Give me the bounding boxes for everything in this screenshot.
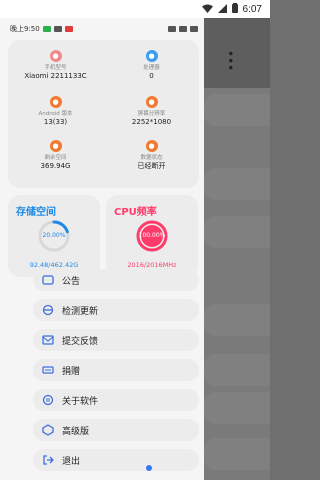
background-card: [204, 94, 270, 126]
menu-item-background: [33, 389, 199, 411]
menu-item-background: [33, 419, 199, 441]
phone-icon: ●: [49, 50, 62, 62]
device-info-item: ● 屏幕分辨率 2252*1080: [104, 96, 199, 127]
cpu-detail: 2016/2016MHz: [127, 261, 177, 269]
premium-icon: [42, 424, 54, 436]
device-info-card: ● 手机型号 Xiaomi 2211133C ● 处理器 0 ● Android 版本 13(3…: [8, 40, 199, 188]
drawer-status-bar: 晚上9:50: [0, 18, 204, 40]
exit-icon: [43, 455, 54, 465]
device-info-item: ● 数据状态 已经断开: [104, 140, 199, 171]
screen-icon: ●: [145, 96, 158, 108]
menu-item-label: 关于软件: [62, 397, 99, 407]
device-info-item: ● 处理器 0: [104, 50, 199, 81]
more-options-icon: •••: [223, 50, 237, 72]
background-card: [204, 304, 270, 336]
clock: 6:07: [242, 3, 262, 15]
menu-item-label: 捐赠: [62, 367, 81, 377]
home-icon: [53, 26, 62, 32]
battery-icon: [231, 3, 238, 15]
menu-item-3[interactable]: 捐赠: [8, 359, 199, 381]
menu-item-background: [33, 329, 199, 351]
menu-item-label: 检测更新: [62, 307, 99, 317]
storage-detail: 92.48/462.42G: [29, 261, 79, 269]
device-info-value: 已经断开: [137, 162, 166, 170]
notice-icon: [42, 275, 54, 285]
device-info-label: 手机型号: [44, 65, 67, 71]
menu-item-6[interactable]: 退出: [8, 449, 199, 471]
wifi-icon: [179, 26, 187, 32]
cpu-percent: 100.00%: [138, 232, 166, 239]
storage-title: 存储空间: [16, 207, 56, 218]
device-info-value: Xiaomi 2211133C: [24, 72, 87, 80]
device-info-label: 屏幕分辨率: [137, 111, 166, 117]
background-app: •••: [204, 18, 270, 480]
drawer-status-text: 晚上9:50: [10, 25, 40, 33]
menu-item-5[interactable]: 高级版: [8, 419, 199, 441]
system-status-bar: 6:07: [0, 0, 270, 18]
cpu-icon: ●: [145, 50, 158, 62]
menu-item-2[interactable]: 提交反馈: [8, 329, 199, 351]
device-info-label: 处理器: [143, 65, 160, 71]
menu-item-4[interactable]: 关于软件: [8, 389, 199, 411]
menu-item-1[interactable]: 检测更新: [8, 299, 199, 321]
menu-item-background: [33, 269, 199, 291]
home-indicator[interactable]: [146, 465, 152, 471]
menu-item-label: 公告: [62, 277, 81, 287]
device-info-label: Android 版本: [38, 111, 73, 117]
cpu-title: CPU频率: [114, 207, 157, 218]
background-card: [204, 438, 270, 470]
signal-icon: [217, 3, 227, 15]
background-app-header: [204, 18, 270, 88]
info-icon: [42, 394, 54, 406]
device-info-label: 数据状态: [140, 155, 163, 161]
menu-item-0[interactable]: 公告: [8, 269, 199, 291]
device-info-label: 剩余空间: [44, 155, 67, 161]
device-info-item: ● Android 版本 13(33): [8, 96, 103, 127]
device-info-item: ● 手机型号 Xiaomi 2211133C: [8, 50, 103, 81]
storage-icon: ●: [49, 140, 62, 152]
menu-item-label: 高级版: [62, 427, 90, 437]
navigation-drawer: 晚上9:50 ● 手机型号 Xiaomi 2211133C ● 处理器 0 ● Android…: [0, 18, 204, 480]
device-info-value: 2252*1080: [131, 118, 172, 126]
background-card: [204, 168, 270, 200]
device-info-item: ● 剩余空间 369.94G: [8, 140, 103, 171]
notification-icon: [42, 26, 51, 32]
storage-tile[interactable]: 存储空间 20.00% 92.48/462.42G: [8, 195, 100, 277]
data-icon: ●: [145, 140, 158, 152]
menu-item-background: [33, 359, 199, 381]
donate-icon: [42, 366, 54, 374]
update-icon: [42, 304, 54, 316]
menu-item-background: [33, 449, 199, 471]
menu-item-background: [33, 299, 199, 321]
device-info-value: 0: [149, 72, 154, 80]
device-info-value: 369.94G: [40, 162, 71, 170]
device-info-value: 13(33): [43, 118, 68, 126]
battery-icon: [190, 26, 198, 32]
android-icon: ●: [49, 96, 62, 108]
menu-item-label: 提交反馈: [62, 337, 99, 347]
background-card: [204, 354, 270, 386]
storage-percent: 20.00%: [42, 232, 66, 239]
menu-item-label: 退出: [62, 457, 81, 467]
signal-icon: [168, 26, 176, 32]
cpu-tile[interactable]: CPU频率 100.00% 2016/2016MHz: [106, 195, 198, 277]
wifi-icon: [201, 4, 213, 15]
feedback-icon: [42, 335, 54, 345]
alert-icon: [64, 26, 73, 32]
background-card: [204, 392, 270, 424]
background-card: [204, 216, 270, 248]
